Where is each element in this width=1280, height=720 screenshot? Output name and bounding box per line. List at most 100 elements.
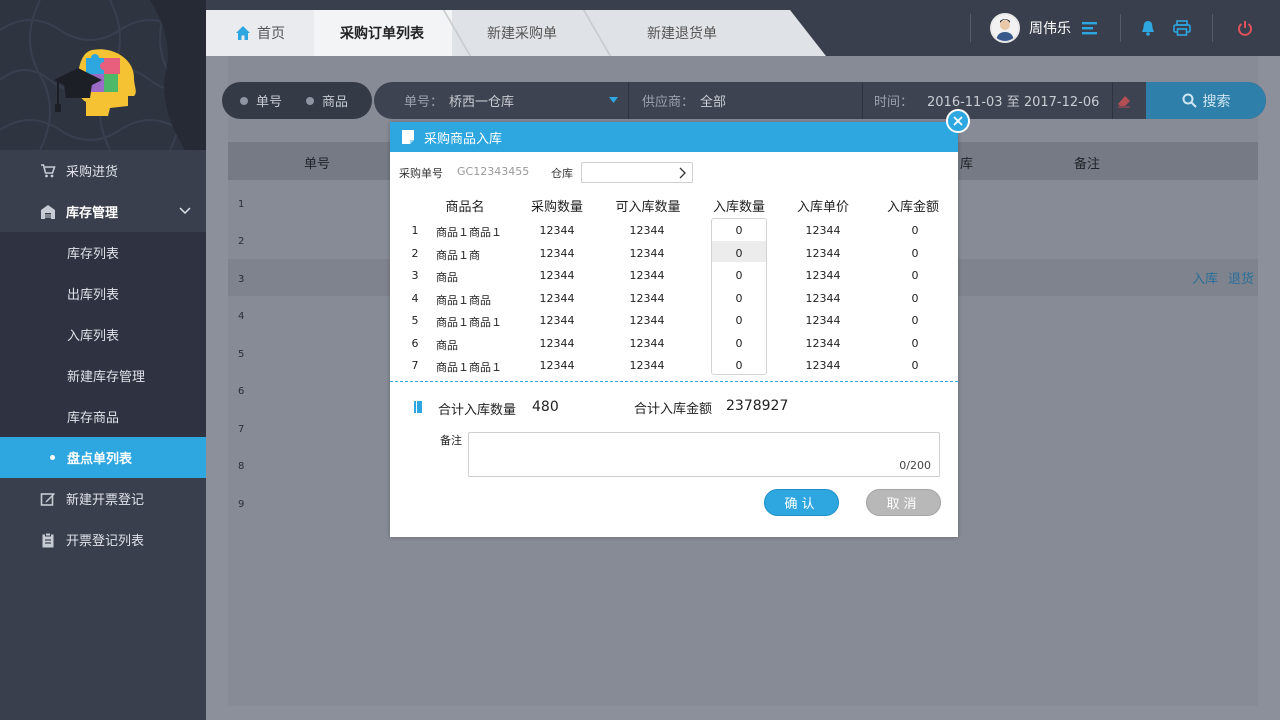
user-name: 周伟乐 bbox=[1029, 21, 1071, 37]
cancel-label: 取消 bbox=[886, 497, 921, 512]
avatar[interactable] bbox=[990, 13, 1020, 43]
confirm-button[interactable]: 确认 bbox=[764, 489, 839, 516]
active-dot-icon bbox=[50, 455, 55, 460]
cell-name: 商品１商品 bbox=[436, 293, 491, 307]
cell-buy: 12344 bbox=[539, 291, 575, 305]
radio-goods[interactable]: 商品 bbox=[306, 91, 348, 110]
sidebar-item-invoice-list[interactable]: 开票登记列表 bbox=[0, 519, 206, 560]
printer-icon[interactable] bbox=[1172, 18, 1192, 38]
cell-price: 12344 bbox=[805, 314, 841, 327]
close-button[interactable] bbox=[946, 109, 970, 133]
cell-qty[interactable]: 0 bbox=[704, 224, 774, 237]
cell-amount: 0 bbox=[911, 359, 919, 372]
cell-name: 商品 bbox=[436, 271, 458, 284]
cell-amount: 0 bbox=[911, 291, 919, 305]
goods-table-header: 商品名 采购数量 可入库数量 入库数量 入库单价 入库金额 bbox=[390, 192, 958, 216]
warehouse-icon bbox=[40, 204, 56, 220]
menu-icon[interactable] bbox=[1080, 18, 1100, 38]
cell-amount: 0 bbox=[911, 269, 919, 282]
sidebar-item-purchase[interactable]: 采购进货 bbox=[0, 150, 206, 191]
tab-bar-end bbox=[766, 10, 826, 56]
search-button-label: 搜索 bbox=[1202, 93, 1231, 110]
chevron-down-icon bbox=[179, 207, 191, 215]
cell-name: 商品１商品１ bbox=[436, 226, 502, 239]
tab-label: 新建采购单 bbox=[487, 26, 557, 42]
cell-price: 12344 bbox=[805, 359, 841, 372]
cell-price: 12344 bbox=[805, 224, 841, 237]
divider bbox=[1212, 14, 1213, 42]
divider bbox=[970, 14, 971, 42]
edit-icon bbox=[40, 491, 56, 507]
stock-in-link[interactable]: 入库 bbox=[1192, 272, 1218, 287]
remark-char-count: 0/200 bbox=[899, 459, 931, 472]
cell-idx: 1 bbox=[411, 224, 419, 237]
sidebar-item-label: 新建开票登记 bbox=[66, 493, 145, 508]
sidebar-item-inventory[interactable]: 库存管理 bbox=[0, 191, 206, 232]
sidebar-item-stock-list[interactable]: 库存列表 bbox=[0, 232, 206, 273]
sidebar-item-new-stock[interactable]: 新建库存管理 bbox=[0, 355, 206, 396]
cell-name: 商品１商品１ bbox=[436, 361, 502, 374]
cell-idx: 7 bbox=[411, 359, 419, 372]
sidebar-item-inbound-list[interactable]: 入库列表 bbox=[0, 314, 206, 355]
row-number: 4 bbox=[238, 311, 245, 322]
column-header: 商品名 bbox=[445, 200, 485, 215]
cell-avail: 12344 bbox=[629, 269, 665, 282]
radio-order-no[interactable]: 单号 bbox=[240, 91, 282, 110]
sidebar-item-new-invoice[interactable]: 新建开票登记 bbox=[0, 478, 206, 519]
caret-down-icon bbox=[609, 97, 618, 103]
total-qty-value: 480 bbox=[532, 399, 559, 415]
sidebar-item-label: 新建库存管理 bbox=[67, 370, 146, 385]
cell-qty[interactable]: 0 bbox=[704, 269, 774, 282]
tab-home[interactable]: 首页 bbox=[206, 10, 314, 56]
topbar: 新建退货单 新建采购单 采购订单列表 首页 周伟乐 bbox=[206, 0, 1280, 56]
cell-qty[interactable]: 0 bbox=[704, 359, 774, 372]
sidebar-item-outbound-list[interactable]: 出库列表 bbox=[0, 273, 206, 314]
field-value: 2016-11-03 至 2017-12-06 bbox=[927, 95, 1100, 110]
search-icon bbox=[1182, 93, 1197, 108]
eraser-icon[interactable] bbox=[1116, 94, 1132, 108]
return-link[interactable]: 退货 bbox=[1228, 272, 1254, 287]
goods-table-row: 2 商品１商 12344 12344 0 12344 0 bbox=[390, 243, 958, 266]
cell-qty[interactable]: 0 bbox=[704, 337, 774, 350]
order-meta: 采购单号 GC12343455 仓库 bbox=[399, 162, 699, 184]
field-value: 全部 bbox=[700, 95, 727, 110]
sidebar-item-stock-goods[interactable]: 库存商品 bbox=[0, 396, 206, 437]
sidebar-item-label: 采购进货 bbox=[66, 165, 119, 180]
tab-new-return[interactable]: 新建退货单 bbox=[592, 10, 772, 56]
row-number: 7 bbox=[238, 424, 245, 435]
goods-table-row: 4 商品１商品 12344 12344 0 12344 0 bbox=[390, 288, 958, 311]
cell-avail: 12344 bbox=[629, 291, 665, 305]
user-menu[interactable]: 周伟乐 bbox=[990, 13, 1071, 43]
cancel-button[interactable]: 取消 bbox=[866, 489, 941, 516]
order-no-label: 采购单号 bbox=[399, 167, 443, 180]
radio-dot-icon bbox=[306, 96, 315, 105]
cell-buy: 12344 bbox=[539, 359, 575, 372]
sidebar-item-count-list[interactable]: 盘点单列表 bbox=[0, 437, 206, 478]
warehouse-select[interactable]: 单号： 桥西一仓库 bbox=[404, 82, 624, 119]
tab-purchase-orders[interactable]: 采购订单列表 bbox=[312, 10, 452, 56]
warehouse-label: 仓库 bbox=[551, 167, 573, 180]
date-range-input[interactable]: 时间： 2016-11-03 至 2017-12-06 bbox=[874, 82, 1099, 119]
column-header-remark: 备注 bbox=[1074, 157, 1101, 172]
sidebar-item-label: 盘点单列表 bbox=[67, 452, 133, 467]
remark-textarea[interactable]: 0/200 bbox=[468, 432, 940, 477]
cell-qty[interactable]: 0 bbox=[704, 314, 774, 327]
tab-bar: 新建退货单 新建采购单 采购订单列表 首页 bbox=[206, 10, 866, 56]
cell-avail: 12344 bbox=[629, 314, 665, 327]
warehouse-select[interactable] bbox=[581, 162, 693, 183]
cell-amount: 0 bbox=[911, 246, 919, 260]
cell-qty[interactable]: 0 bbox=[704, 292, 774, 305]
bell-icon[interactable] bbox=[1138, 18, 1158, 38]
search-button[interactable]: 搜索 bbox=[1146, 82, 1266, 119]
cell-idx: 2 bbox=[411, 246, 419, 260]
power-icon[interactable] bbox=[1235, 18, 1255, 38]
supplier-select[interactable]: 供应商： 全部 bbox=[642, 82, 726, 119]
row-number: 2 bbox=[238, 236, 245, 247]
document-icon bbox=[402, 130, 414, 144]
cell-name: 商品１商品１ bbox=[436, 316, 502, 329]
cell-idx: 3 bbox=[411, 269, 419, 282]
cell-qty[interactable]: 0 bbox=[704, 247, 774, 260]
cell-buy: 12344 bbox=[539, 336, 575, 350]
field-label: 供应商： bbox=[642, 95, 695, 110]
tab-new-purchase[interactable]: 新建采购单 bbox=[452, 10, 592, 56]
